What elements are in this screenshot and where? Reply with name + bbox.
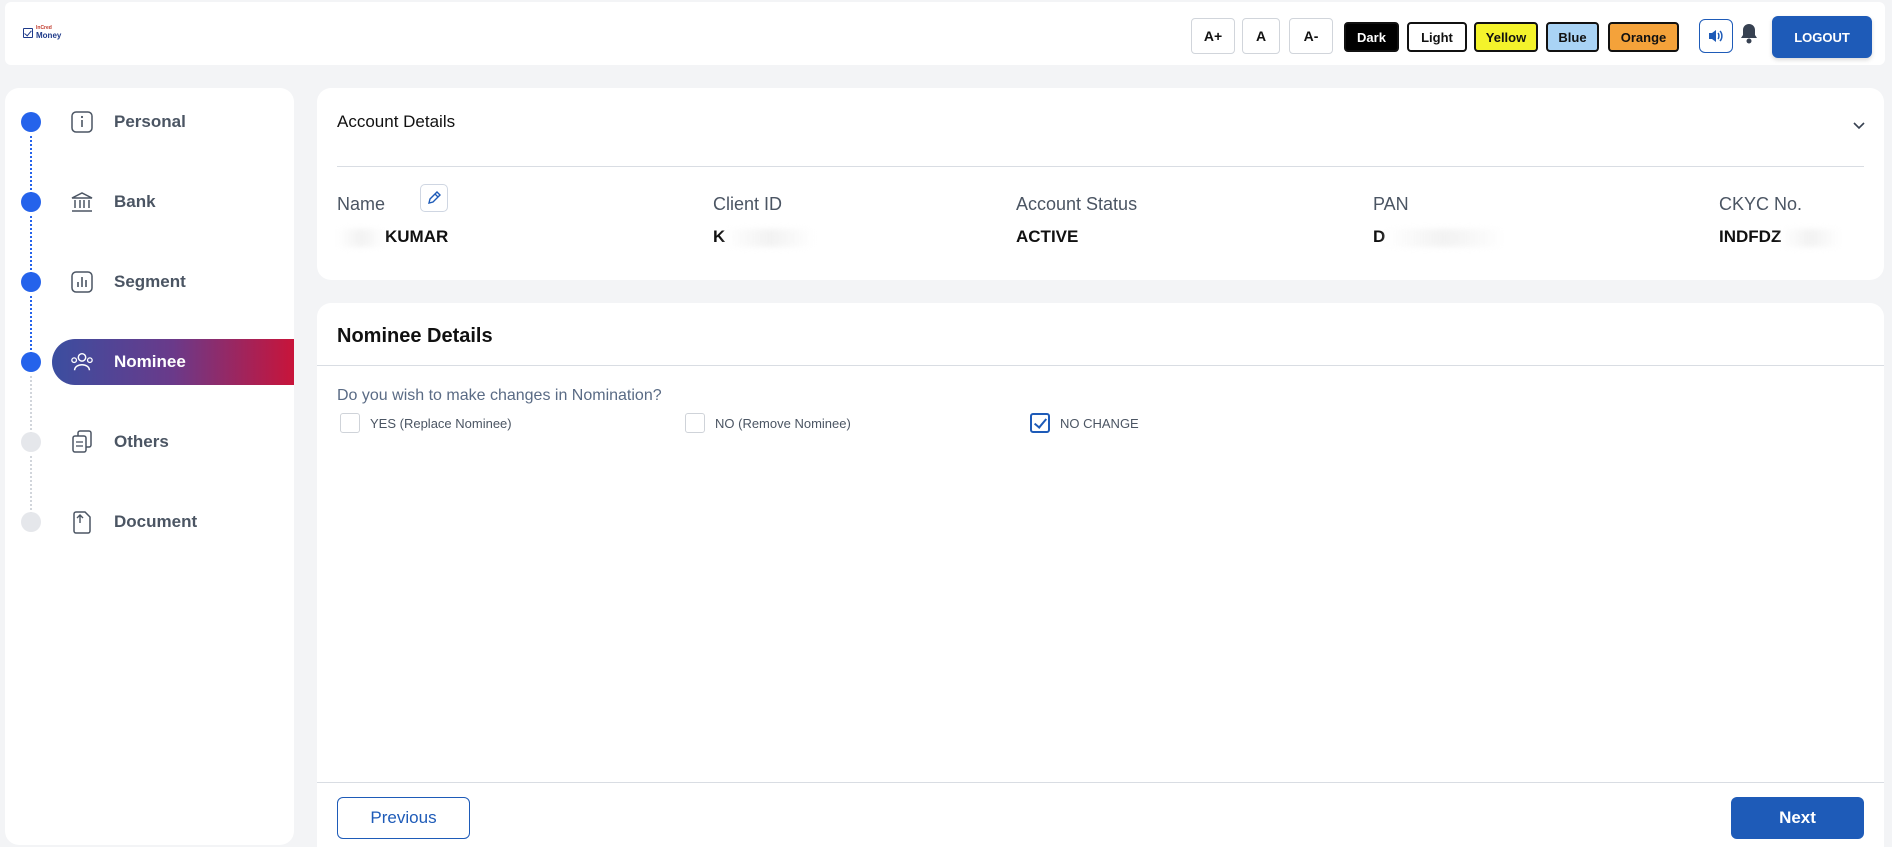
account-details-title: Account Details — [337, 112, 456, 131]
field-value: ACTIVE — [1016, 227, 1079, 246]
logo-text-line2: Money — [36, 31, 62, 40]
redacted-block — [1781, 228, 1842, 247]
checkbox-checked[interactable] — [1030, 413, 1050, 433]
checkbox[interactable] — [340, 413, 360, 433]
speaker-icon — [1709, 30, 1723, 42]
step-connector — [30, 456, 32, 514]
redacted-block — [725, 228, 816, 247]
option-no-remove[interactable]: NO (Remove Nominee) — [685, 413, 851, 433]
redacted-block — [1385, 228, 1506, 247]
field-value: INDFDZ — [1719, 227, 1782, 246]
info-icon — [70, 110, 94, 134]
chevron-down-icon[interactable] — [1852, 118, 1866, 132]
previous-button[interactable]: Previous — [337, 797, 470, 839]
field-label: PAN — [1373, 194, 1409, 214]
step-dot-personal — [21, 112, 41, 132]
divider — [337, 166, 1864, 167]
nominee-details-title: Nominee Details — [337, 325, 493, 347]
divider — [317, 365, 1884, 366]
field-name: Name KUMAR — [337, 184, 449, 247]
redacted-block — [337, 228, 385, 247]
next-button[interactable]: Next — [1731, 797, 1864, 839]
bell-icon[interactable] — [1739, 22, 1759, 46]
sidebar-item-label: Others — [114, 432, 169, 451]
users-icon — [70, 350, 94, 374]
divider — [317, 782, 1884, 783]
top-header: InCred Money A+ A A- Dark Light Yellow B… — [5, 2, 1885, 65]
sidebar-item-label: Nominee — [114, 352, 186, 371]
field-ckyc-no: CKYC No. INDFDZ — [1719, 194, 1842, 247]
documents-icon — [70, 430, 94, 454]
edit-name-button[interactable] — [420, 184, 448, 212]
field-label: Account Status — [1016, 194, 1138, 214]
sidebar-item-others[interactable]: Others — [52, 419, 294, 465]
step-connector — [30, 376, 32, 434]
option-yes-replace[interactable]: YES (Replace Nominee) — [340, 413, 512, 433]
speaker-button[interactable] — [1699, 19, 1733, 53]
step-dot-bank — [21, 192, 41, 212]
sidebar-item-label: Bank — [114, 192, 156, 211]
field-value: KUMAR — [385, 227, 449, 246]
progress-sidebar: Personal Bank Segment Nominee Others Doc… — [5, 88, 294, 845]
sidebar-item-document[interactable]: Document — [52, 499, 294, 545]
step-dot-segment — [21, 272, 41, 292]
logo: InCred Money — [23, 24, 63, 46]
nomination-question: Do you wish to make changes in Nominatio… — [337, 387, 662, 404]
option-label: NO (Remove Nominee) — [715, 415, 851, 431]
nominee-details-card: Nominee Details Do you wish to make chan… — [317, 303, 1884, 847]
option-no-change[interactable]: NO CHANGE — [1030, 413, 1139, 433]
theme-yellow-button[interactable]: Yellow — [1474, 22, 1538, 52]
theme-orange-button[interactable]: Orange — [1608, 22, 1679, 52]
logo-check-icon — [23, 28, 33, 38]
font-reset-button[interactable]: A — [1242, 18, 1280, 54]
logout-button[interactable]: LOGOUT — [1772, 16, 1872, 58]
sidebar-item-bank[interactable]: Bank — [52, 179, 294, 225]
field-label: CKYC No. — [1719, 194, 1803, 214]
field-client-id: Client ID K — [713, 194, 816, 247]
bank-icon — [70, 190, 94, 214]
step-dot-others — [21, 432, 41, 452]
theme-blue-button[interactable]: Blue — [1546, 22, 1599, 52]
account-details-card: Account Details Name KUMAR Client ID K A… — [317, 88, 1884, 280]
file-upload-icon — [70, 510, 94, 534]
step-connector — [30, 136, 32, 194]
sidebar-item-label: Personal — [114, 112, 186, 131]
sidebar-item-label: Segment — [114, 272, 186, 291]
field-value: D — [1373, 227, 1386, 246]
sidebar-item-segment[interactable]: Segment — [52, 259, 294, 305]
theme-light-button[interactable]: Light — [1407, 22, 1467, 52]
step-dot-nominee — [21, 352, 41, 372]
option-label: YES (Replace Nominee) — [370, 415, 512, 431]
font-increase-button[interactable]: A+ — [1191, 18, 1235, 54]
option-label: NO CHANGE — [1060, 415, 1139, 431]
field-value: K — [713, 227, 726, 246]
sidebar-item-personal[interactable]: Personal — [52, 99, 294, 145]
field-pan: PAN D — [1373, 194, 1506, 247]
step-connector — [30, 216, 32, 274]
step-dot-document — [21, 512, 41, 532]
pencil-icon — [428, 191, 441, 204]
field-label: Client ID — [713, 194, 783, 214]
chart-icon — [70, 270, 94, 294]
step-connector — [30, 296, 32, 354]
checkbox[interactable] — [685, 413, 705, 433]
sidebar-item-nominee[interactable]: Nominee — [52, 339, 294, 385]
font-decrease-button[interactable]: A- — [1289, 18, 1333, 54]
field-account-status: Account Status ACTIVE — [1016, 194, 1137, 247]
theme-dark-button[interactable]: Dark — [1344, 22, 1399, 52]
sidebar-item-label: Document — [114, 512, 198, 531]
